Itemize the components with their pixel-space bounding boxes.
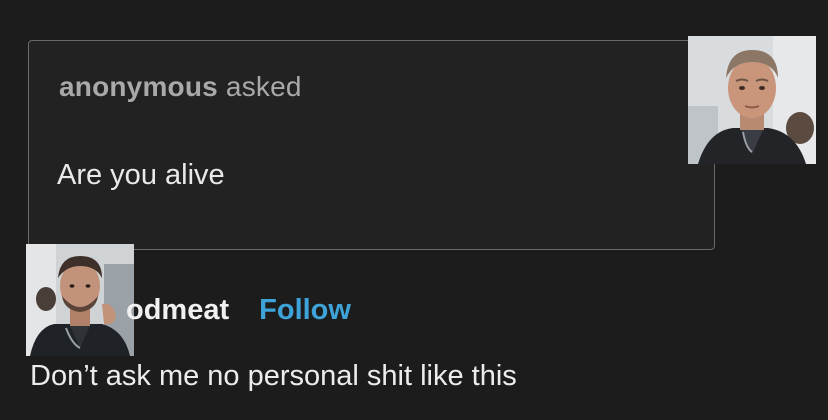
post-container: anonymous asked Are you alive odmeat Fol… bbox=[0, 0, 828, 420]
asked-label: asked bbox=[225, 71, 302, 102]
answer-header: odmeat Follow bbox=[28, 290, 351, 330]
question-text: Are you alive bbox=[57, 159, 225, 191]
answer-text: Don’t ask me no personal shit like this bbox=[30, 360, 517, 392]
asker-avatar[interactable] bbox=[688, 36, 816, 164]
asker-avatar-photo bbox=[688, 36, 816, 164]
ask-header: anonymous asked bbox=[59, 71, 302, 103]
follow-button[interactable]: Follow bbox=[259, 294, 351, 327]
blog-name-link[interactable]: odmeat bbox=[126, 294, 229, 327]
ask-box: anonymous asked Are you alive bbox=[28, 40, 715, 250]
asker-name: anonymous bbox=[59, 71, 218, 102]
